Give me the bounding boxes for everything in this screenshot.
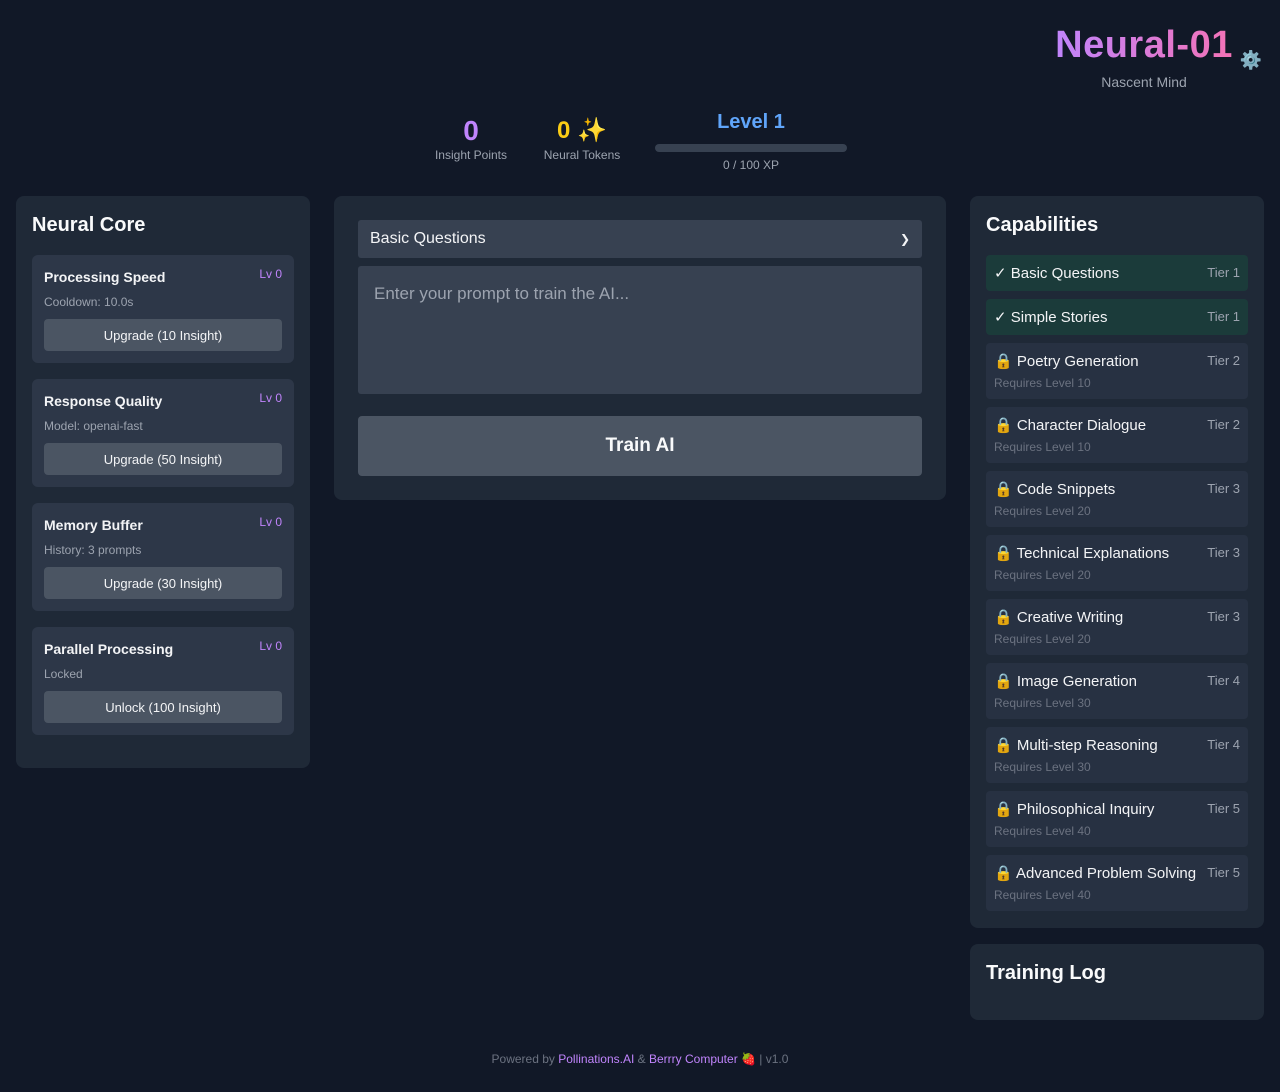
upgrade-memory-buffer: Memory Buffer Lv 0 History: 3 prompts Up… — [32, 503, 294, 611]
training-log-title: Training Log — [986, 962, 1106, 984]
app-subtitle: Nascent Mind — [1101, 74, 1187, 90]
level-title: Level 1 — [717, 111, 785, 133]
tokens-stat: 0 ✨ Neural Tokens — [532, 114, 632, 162]
upgrade-level: Lv 0 — [259, 515, 282, 529]
capability-tier: Tier 3 — [1207, 545, 1240, 560]
capability-item: 🔒 Creative Writing Tier 3 Requires Level 2… — [986, 599, 1248, 655]
capabilities-list: ✓ Basic Questions Tier 1 ✓ Simple Stories T… — [986, 255, 1248, 911]
capability-tier: Tier 3 — [1207, 609, 1240, 624]
capability-tier: Tier 5 — [1207, 801, 1240, 816]
capability-name: ✓ Basic Questions — [994, 265, 1120, 282]
capabilities-panel: Capabilities ✓ Basic Questions Tier 1 ✓ Si… — [970, 196, 1264, 928]
capability-requirement: Requires Level 40 — [994, 888, 1091, 902]
insight-value: 0 — [463, 115, 479, 146]
upgrade-name: Parallel Processing — [44, 641, 174, 657]
capabilities-title: Capabilities — [986, 214, 1099, 236]
app-title: Neural-01 — [1055, 24, 1233, 66]
capability-item: 🔒 Advanced Problem Solving Tier 5 Requires… — [986, 855, 1248, 911]
capability-tier: Tier 2 — [1207, 417, 1240, 432]
capability-item: 🔒 Poetry Generation Tier 2 Requires Level … — [986, 343, 1248, 399]
capability-item: ✓ Basic Questions Tier 1 — [986, 255, 1248, 291]
upgrade-level: Lv 0 — [259, 267, 282, 281]
capability-name: 🔒 Creative Writing — [994, 609, 1124, 626]
berrry-link[interactable]: Berrry Computer — [649, 1052, 738, 1066]
chevron-down-icon: ❯ — [899, 232, 910, 246]
insight-label: Insight Points — [434, 148, 508, 162]
capability-requirement: Requires Level 20 — [994, 568, 1091, 582]
capability-name: 🔒 Multi-step Reasoning — [994, 737, 1158, 754]
capability-tier: Tier 4 — [1207, 737, 1240, 752]
footer-suffix: 🍓 | v1.0 — [741, 1052, 789, 1066]
capability-name: 🔒 Technical Explanations — [994, 545, 1170, 562]
capability-tier: Tier 4 — [1207, 673, 1240, 688]
neural-core-title: Neural Core — [32, 214, 146, 236]
mode-select-value: Basic Questions — [370, 230, 486, 247]
capability-requirement: Requires Level 40 — [994, 824, 1091, 838]
pollinations-link[interactable]: Pollinations.AI — [558, 1052, 634, 1066]
upgrade-desc: History: 3 prompts — [44, 543, 142, 557]
capability-item: 🔒 Code Snippets Tier 3 Requires Level 20 — [986, 471, 1248, 527]
upgrade-processing-speed-button[interactable]: Upgrade (10 Insight) — [44, 319, 282, 351]
capability-requirement: Requires Level 10 — [994, 440, 1091, 454]
upgrade-response-quality: Response Quality Lv 0 Model: openai-fast… — [32, 379, 294, 487]
footer-amp: & — [637, 1052, 646, 1066]
capability-item: 🔒 Image Generation Tier 4 Requires Level 3… — [986, 663, 1248, 719]
capability-item: 🔒 Philosophical Inquiry Tier 5 Requires Le… — [986, 791, 1248, 847]
capability-name: 🔒 Poetry Generation — [994, 353, 1139, 370]
capability-name: 🔒 Image Generation — [994, 673, 1137, 690]
stats-bar: 0 Insight Points 0 ✨ Neural Tokens Level… — [0, 110, 1280, 180]
capability-name: 🔒 Advanced Problem Solving — [994, 865, 1197, 882]
capability-tier: Tier 2 — [1207, 353, 1240, 368]
upgrade-desc: Model: openai-fast — [44, 419, 143, 433]
upgrade-response-quality-button[interactable]: Upgrade (50 Insight) — [44, 443, 282, 475]
gear-icon[interactable]: ⚙️ — [1240, 50, 1262, 71]
capability-name: 🔒 Code Snippets — [994, 481, 1116, 498]
tokens-value: 0 ✨ — [557, 117, 607, 144]
upgrade-name: Response Quality — [44, 393, 163, 409]
level-stat: Level 1 0 / 100 XP — [655, 110, 847, 172]
xp-progress-bar — [655, 144, 847, 152]
footer-prefix: Powered by — [491, 1052, 555, 1066]
capability-requirement: Requires Level 10 — [994, 376, 1091, 390]
tokens-label: Neural Tokens — [543, 148, 621, 162]
capability-tier: Tier 1 — [1207, 265, 1240, 280]
upgrade-level: Lv 0 — [259, 391, 282, 405]
prompt-input[interactable] — [358, 266, 922, 394]
upgrade-name: Memory Buffer — [44, 517, 143, 533]
unlock-parallel-processing-button[interactable]: Unlock (100 Insight) — [44, 691, 282, 723]
capability-requirement: Requires Level 20 — [994, 632, 1091, 646]
capability-item: 🔒 Multi-step Reasoning Tier 4 Requires Lev… — [986, 727, 1248, 783]
training-panel: Basic Questions ❯ Train AI — [334, 196, 946, 500]
capability-tier: Tier 3 — [1207, 481, 1240, 496]
capability-requirement: Requires Level 30 — [994, 760, 1091, 774]
upgrade-name: Processing Speed — [44, 269, 166, 285]
training-log-panel: Training Log — [970, 944, 1264, 1020]
xp-text: 0 / 100 XP — [722, 158, 780, 172]
brand: Neural-01 ⚙️ Nascent Mind — [1044, 24, 1262, 90]
upgrade-desc: Locked — [44, 667, 83, 681]
upgrade-memory-buffer-button[interactable]: Upgrade (30 Insight) — [44, 567, 282, 599]
footer: Powered by Pollinations.AI & Berrry Comp… — [0, 1052, 1280, 1066]
capability-tier: Tier 1 — [1207, 309, 1240, 324]
capability-name: 🔒 Character Dialogue — [994, 417, 1147, 434]
capability-item: 🔒 Character Dialogue Tier 2 Requires Level… — [986, 407, 1248, 463]
capability-name: 🔒 Philosophical Inquiry — [994, 801, 1155, 818]
upgrade-parallel-processing: Parallel Processing Lv 0 Locked Unlock (… — [32, 627, 294, 735]
capability-item: ✓ Simple Stories Tier 1 — [986, 299, 1248, 335]
upgrade-desc: Cooldown: 10.0s — [44, 295, 134, 309]
capability-name: ✓ Simple Stories — [994, 309, 1108, 326]
train-ai-button[interactable]: Train AI — [358, 416, 922, 476]
insight-stat: 0 Insight Points — [420, 114, 522, 162]
capability-requirement: Requires Level 30 — [994, 696, 1091, 710]
upgrade-level: Lv 0 — [259, 639, 282, 653]
neural-core-panel: Neural Core Processing Speed Lv 0 Cooldo… — [16, 196, 310, 768]
upgrade-processing-speed: Processing Speed Lv 0 Cooldown: 10.0s Up… — [32, 255, 294, 363]
capability-tier: Tier 5 — [1207, 865, 1240, 880]
capability-item: 🔒 Technical Explanations Tier 3 Requires L… — [986, 535, 1248, 591]
mode-select[interactable]: Basic Questions ❯ — [358, 220, 922, 258]
capability-requirement: Requires Level 20 — [994, 504, 1091, 518]
